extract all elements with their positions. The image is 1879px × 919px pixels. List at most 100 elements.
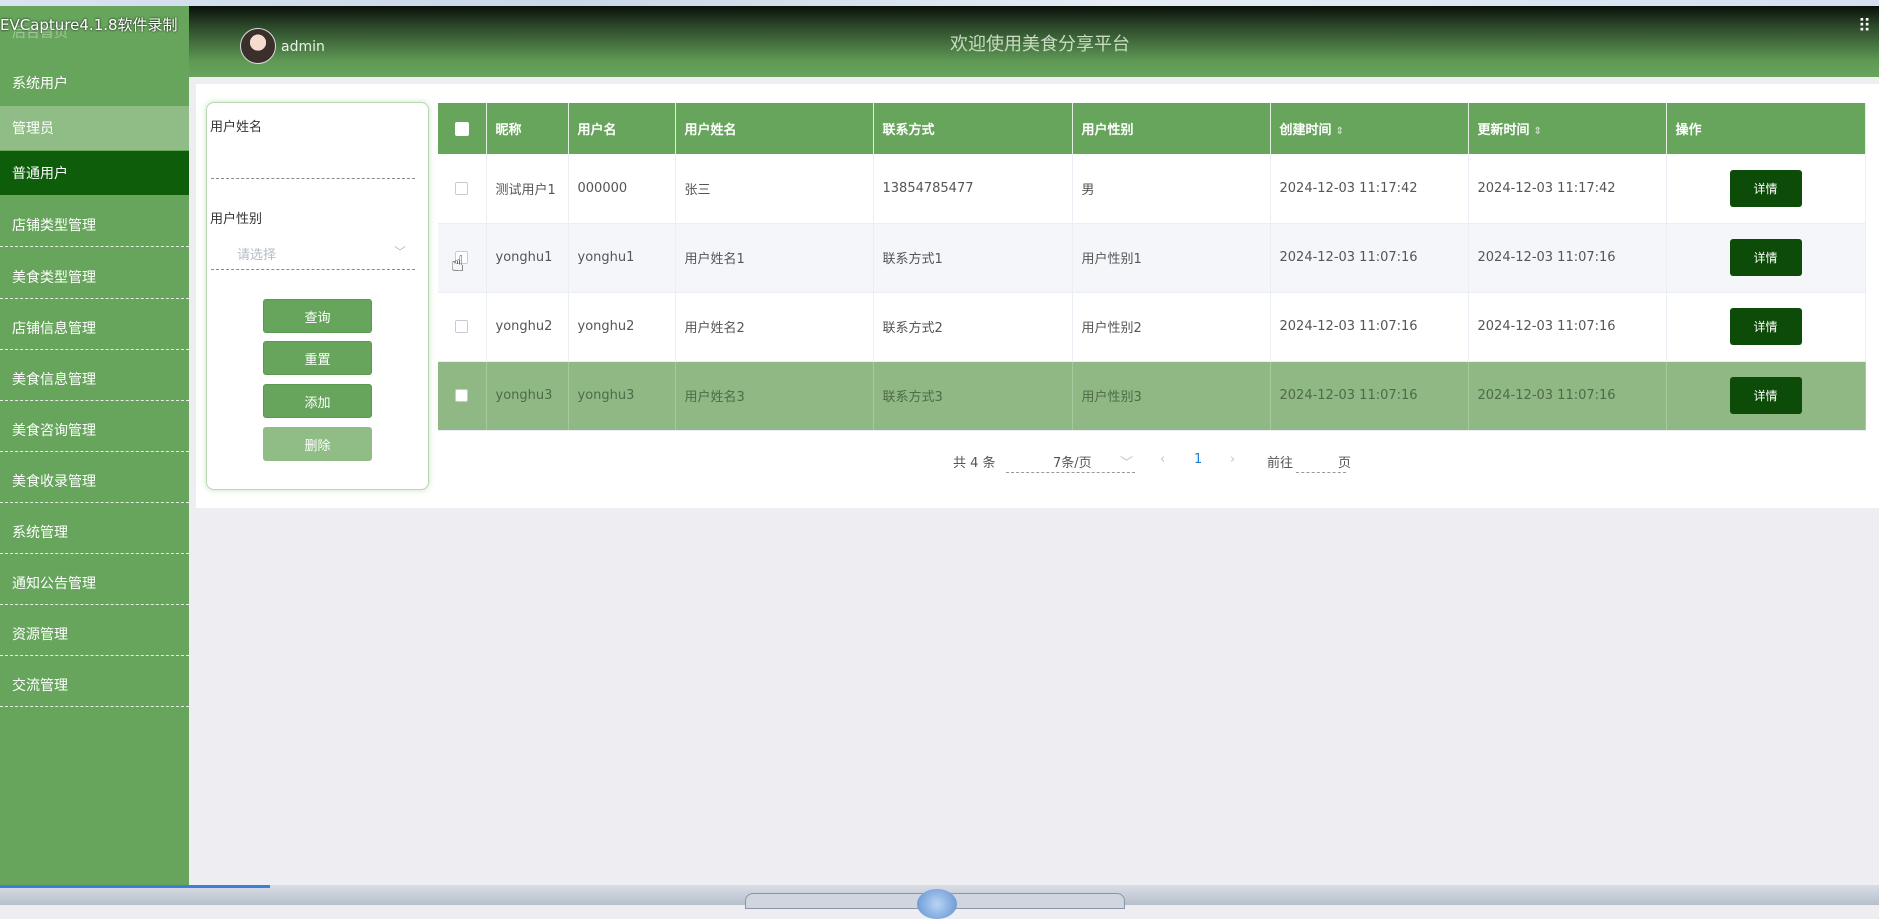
cell-action: 详情 — [1666, 223, 1866, 293]
goto-label: 前往 — [1267, 456, 1294, 471]
detail-button[interactable]: 详情 — [1729, 308, 1802, 345]
sidebar-item-notice[interactable]: 通知公告管理 — [0, 561, 189, 605]
col-header-updated[interactable]: 更新时间 ⇕ — [1468, 103, 1667, 154]
cell-real-name: 用户姓名2 — [675, 292, 874, 362]
taskbar-progress — [0, 885, 270, 888]
sort-icon[interactable]: ⇕ — [1534, 126, 1542, 137]
cell-gender: 用户性别1 — [1072, 223, 1271, 293]
sidebar: 后台首页 系统用户 管理员 普通用户 店铺类型管理 美食类型管理 店铺信息管理 … — [0, 0, 189, 905]
row-select-cell — [438, 361, 487, 431]
sidebar-item-food-consult[interactable]: 美食咨询管理 — [0, 408, 189, 452]
cell-nickname: yonghu1 — [486, 223, 569, 293]
cell-contact: 13854785477 — [873, 154, 1073, 224]
cell-real-name: 用户姓名1 — [675, 223, 874, 293]
delete-button[interactable]: 删除 — [263, 427, 372, 461]
cell-action: 详情 — [1666, 361, 1866, 431]
table-row[interactable]: yonghu1 yonghu1 用户姓名1 联系方式1 用户性别1 2024-1… — [438, 223, 1866, 293]
col-header-nickname: 昵称 — [486, 103, 569, 154]
cell-username: yonghu1 — [568, 223, 676, 293]
pagination-page-size[interactable]: 7条/页 — [1053, 452, 1092, 471]
sidebar-item-label: 店铺类型管理 — [12, 217, 96, 234]
taskbar-app-icon[interactable] — [917, 889, 957, 919]
current-page[interactable]: 1 — [1194, 452, 1202, 467]
pagination-total: 共 4 条 — [953, 456, 996, 471]
next-page-icon[interactable]: › — [1230, 452, 1235, 467]
cell-created: 2024-12-03 11:17:42 — [1270, 154, 1469, 224]
filter-gender-placeholder: 请选择 — [237, 248, 277, 263]
cell-nickname: 测试用户1 — [486, 154, 569, 224]
sidebar-item-label: 美食类型管理 — [12, 269, 96, 286]
sidebar-item-resource[interactable]: 资源管理 — [0, 612, 189, 656]
col-header-username: 用户名 — [568, 103, 676, 154]
sidebar-item-label: 系统用户 — [12, 76, 68, 92]
sidebar-item-admin[interactable]: 管理员 — [0, 106, 189, 150]
detail-button[interactable]: 详情 — [1729, 169, 1802, 207]
sidebar-item-shop-info[interactable]: 店铺信息管理 — [0, 306, 189, 350]
cell-username: yonghu3 — [568, 361, 676, 431]
cell-real-name: 张三 — [675, 154, 874, 224]
filter-name-input[interactable] — [211, 177, 415, 179]
sidebar-item-exchange[interactable]: 交流管理 — [0, 663, 189, 707]
cell-action: 详情 — [1666, 154, 1866, 224]
cell-updated: 2024-12-03 11:17:42 — [1468, 154, 1667, 224]
header-username[interactable]: admin — [281, 39, 325, 55]
col-header-gender: 用户性别 — [1072, 103, 1271, 154]
table-header-row: 昵称 用户名 用户姓名 联系方式 用户性别 创建时间 ⇕ 更新时间 ⇕ 操作 — [438, 103, 1866, 154]
page-size-select[interactable] — [1006, 472, 1135, 473]
col-header-contact: 联系方式 — [873, 103, 1073, 154]
col-header-created[interactable]: 创建时间 ⇕ — [1270, 103, 1469, 154]
cell-updated: 2024-12-03 11:07:16 — [1468, 292, 1667, 362]
sidebar-item-label: 系统管理 — [12, 524, 68, 541]
row-checkbox[interactable] — [455, 181, 469, 195]
detail-button[interactable]: 详情 — [1729, 239, 1802, 276]
col-header-action: 操作 — [1666, 103, 1866, 154]
row-checkbox[interactable] — [455, 320, 469, 333]
page-title: 欢迎使用美食分享平台 — [950, 34, 1130, 55]
add-button[interactable]: 添加 — [263, 384, 372, 418]
cell-username: yonghu2 — [568, 292, 676, 362]
fullscreen-icon[interactable]: ⠿ — [1858, 16, 1871, 37]
col-header-created-label: 创建时间 — [1279, 123, 1332, 138]
sidebar-item-label: 美食信息管理 — [12, 371, 96, 388]
reset-button[interactable]: 重置 — [263, 341, 372, 375]
sidebar-item-label: 管理员 — [12, 121, 54, 137]
select-all-cell — [438, 103, 487, 154]
cell-username: 000000 — [568, 154, 676, 224]
col-header-updated-label: 更新时间 — [1477, 123, 1530, 138]
cell-gender: 用户性别3 — [1072, 361, 1271, 431]
sidebar-item-system-users[interactable]: 系统用户 — [0, 62, 189, 104]
row-checkbox[interactable] — [455, 389, 469, 402]
avatar[interactable] — [240, 28, 276, 64]
goto-page-input[interactable] — [1296, 472, 1346, 473]
sidebar-item-food-info[interactable]: 美食信息管理 — [0, 357, 189, 401]
user-table: 昵称 用户名 用户姓名 联系方式 用户性别 创建时间 ⇕ 更新时间 ⇕ 操作 测试用… — [438, 103, 1866, 431]
sidebar-item-normal-users[interactable]: 普通用户 — [0, 151, 189, 195]
page-unit-label: 页 — [1338, 456, 1352, 471]
query-button[interactable]: 查询 — [263, 299, 372, 333]
sidebar-item-food-collect[interactable]: 美食收录管理 — [0, 459, 189, 503]
chevron-down-icon[interactable]: ﹀ — [394, 243, 406, 260]
cell-gender: 男 — [1072, 154, 1271, 224]
table-row[interactable]: yonghu2 yonghu2 用户姓名2 联系方式2 用户性别2 2024-1… — [438, 292, 1866, 362]
table-row[interactable]: 测试用户1 000000 张三 13854785477 男 2024-12-03… — [438, 154, 1866, 224]
top-overlay-strip — [0, 0, 1879, 6]
sidebar-item-label: 交流管理 — [12, 677, 68, 694]
sidebar-item-label: 普通用户 — [12, 166, 68, 182]
prev-page-icon[interactable]: ‹ — [1160, 452, 1165, 467]
cell-contact: 联系方式1 — [873, 223, 1073, 293]
detail-button[interactable]: 详情 — [1729, 377, 1802, 414]
filter-gender-label: 用户性别 — [210, 212, 263, 227]
cell-created: 2024-12-03 11:07:16 — [1270, 361, 1469, 431]
cell-contact: 联系方式3 — [873, 361, 1073, 431]
sidebar-item-label: 店铺信息管理 — [12, 320, 96, 337]
filter-gender-select[interactable] — [211, 268, 415, 270]
sidebar-item-food-type[interactable]: 美食类型管理 — [0, 255, 189, 299]
select-all-checkbox[interactable] — [454, 121, 469, 136]
cell-created: 2024-12-03 11:07:16 — [1270, 292, 1469, 362]
filter-name-label: 用户姓名 — [210, 120, 263, 135]
table-row[interactable]: yonghu3 yonghu3 用户姓名3 联系方式3 用户性别3 2024-1… — [438, 361, 1866, 431]
sidebar-item-system[interactable]: 系统管理 — [0, 510, 189, 554]
sidebar-item-shop-type[interactable]: 店铺类型管理 — [0, 203, 189, 247]
chevron-down-icon[interactable]: ﹀ — [1120, 452, 1133, 471]
sort-icon[interactable]: ⇕ — [1336, 126, 1344, 137]
